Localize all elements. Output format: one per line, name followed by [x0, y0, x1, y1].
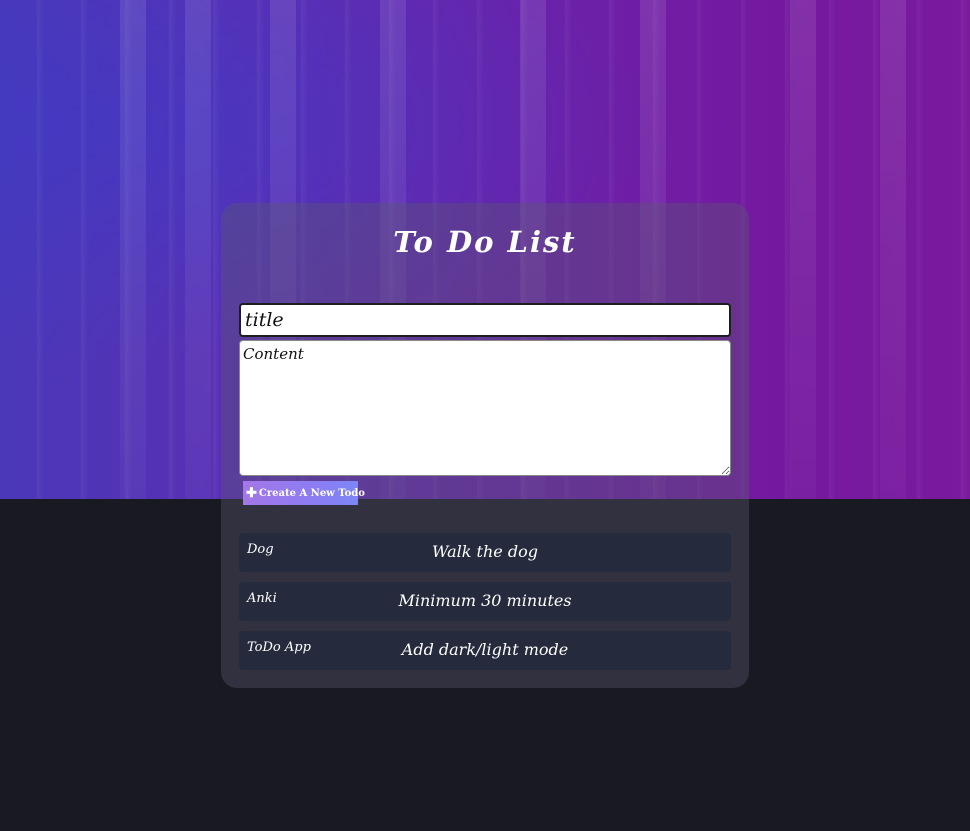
todo-title: Dog	[247, 542, 274, 557]
content-textarea[interactable]	[239, 340, 731, 476]
todo-content: Walk the dog	[432, 542, 538, 561]
title-input[interactable]	[239, 303, 731, 337]
todo-title: Anki	[247, 591, 277, 606]
todo-item[interactable]: Anki Minimum 30 minutes	[239, 582, 731, 621]
page-title: To Do List	[393, 225, 577, 259]
todo-content: Minimum 30 minutes	[398, 591, 572, 610]
todo-item[interactable]: Dog Walk the dog	[239, 533, 731, 572]
todo-title: ToDo App	[247, 640, 311, 655]
todo-content: Add dark/light mode	[401, 640, 569, 659]
plus-icon: ✚	[246, 485, 257, 501]
todo-item[interactable]: ToDo App Add dark/light mode	[239, 631, 731, 670]
todo-list: Dog Walk the dog Anki Minimum 30 minutes…	[239, 533, 731, 680]
create-todo-button[interactable]: ✚ Create A New Todo	[243, 481, 365, 505]
create-todo-label: Create A New Todo	[258, 487, 365, 499]
